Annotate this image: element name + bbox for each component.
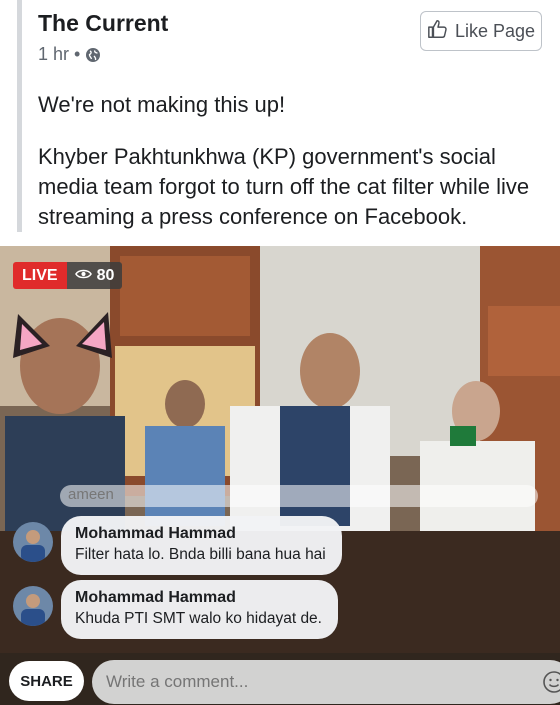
share-button[interactable]: SHARE xyxy=(9,661,84,701)
cat-ears-filter xyxy=(13,312,112,358)
globe-icon xyxy=(85,47,101,63)
post-text: We're not making this up! Khyber Pakhtun… xyxy=(38,90,548,254)
comment-author[interactable]: Mohammad Hammad xyxy=(75,588,322,608)
viewer-count: 80 xyxy=(66,262,123,289)
comment-bubble: Mohammad Hammad Filter hata lo. Bnda bil… xyxy=(61,516,342,575)
live-comment: Mohammad Hammad Khuda PTI SMT walo ko hi… xyxy=(13,580,338,639)
live-video[interactable]: LIVE 80 ameen Mohammad Hammad Filter hat… xyxy=(0,246,560,705)
video-bottom-bar: SHARE xyxy=(0,653,560,705)
viewer-count-value: 80 xyxy=(96,267,115,284)
eye-icon xyxy=(74,262,92,289)
live-label: LIVE xyxy=(13,262,67,289)
page-name[interactable]: The Current xyxy=(38,10,168,37)
like-page-label: Like Page xyxy=(454,20,536,41)
post-paragraph: Khyber Pakhtunkhwa (KP) government's soc… xyxy=(38,144,530,229)
post-accent-bar xyxy=(17,0,22,232)
comment-text: Filter hata lo. Bnda billi bana hua hai xyxy=(75,546,326,563)
thumbs-up-icon xyxy=(427,18,449,45)
comment-text: Khuda PTI SMT walo ko hidayat de. xyxy=(75,610,322,627)
post-meta: 1 hr • xyxy=(38,44,101,65)
live-badge: LIVE 80 xyxy=(13,262,123,289)
comment-input[interactable] xyxy=(92,660,560,704)
faded-comment: ameen xyxy=(60,485,538,507)
post-time[interactable]: 1 hr xyxy=(38,44,69,65)
comment-author[interactable]: Mohammad Hammad xyxy=(75,524,326,544)
post-paragraph: We're not making this up! xyxy=(38,92,286,117)
live-comment: Mohammad Hammad Filter hata lo. Bnda bil… xyxy=(13,516,342,575)
comment-bubble: Mohammad Hammad Khuda PTI SMT walo ko hi… xyxy=(61,580,338,639)
avatar[interactable] xyxy=(13,522,53,562)
avatar[interactable] xyxy=(13,586,53,626)
emoji-icon[interactable] xyxy=(542,670,560,694)
meta-separator: • xyxy=(74,44,81,64)
like-page-button[interactable]: Like Page xyxy=(420,11,542,51)
